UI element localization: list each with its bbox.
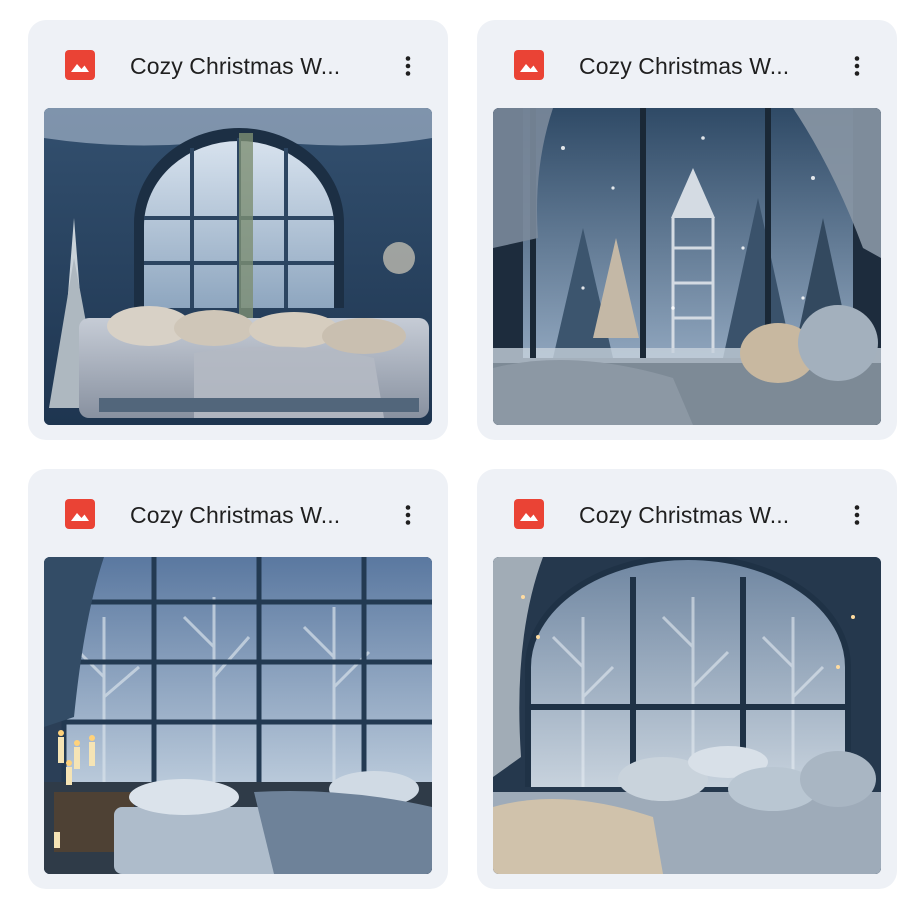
more-options-button[interactable]	[388, 495, 428, 535]
file-thumbnail[interactable]	[44, 108, 432, 425]
image-file-icon	[65, 499, 95, 529]
file-card[interactable]: Cozy Christmas W...	[28, 469, 448, 889]
file-thumbnail[interactable]	[44, 557, 432, 874]
file-name: Cozy Christmas W...	[130, 502, 341, 528]
file-card-header: Cozy Christmas W...	[477, 20, 897, 108]
more-options-button[interactable]	[837, 495, 877, 535]
file-thumbnail[interactable]	[493, 108, 881, 425]
image-file-icon	[514, 50, 544, 80]
file-card-header: Cozy Christmas W...	[28, 469, 448, 557]
file-name: Cozy Christmas W...	[579, 53, 790, 79]
file-card-header: Cozy Christmas W...	[477, 469, 897, 557]
image-file-icon	[514, 499, 544, 529]
file-grid: Cozy Christmas W... Cozy Christmas W... …	[0, 0, 916, 908]
more-vert-icon	[854, 505, 860, 525]
file-name: Cozy Christmas W...	[579, 502, 790, 528]
more-options-button[interactable]	[837, 46, 877, 86]
file-card-header: Cozy Christmas W...	[28, 20, 448, 108]
more-options-button[interactable]	[388, 46, 428, 86]
more-vert-icon	[405, 56, 411, 76]
file-card[interactable]: Cozy Christmas W...	[477, 469, 897, 889]
more-vert-icon	[854, 56, 860, 76]
file-card[interactable]: Cozy Christmas W...	[28, 20, 448, 440]
file-card[interactable]: Cozy Christmas W...	[477, 20, 897, 440]
file-name: Cozy Christmas W...	[130, 53, 341, 79]
more-vert-icon	[405, 505, 411, 525]
image-file-icon	[65, 50, 95, 80]
file-thumbnail[interactable]	[493, 557, 881, 874]
